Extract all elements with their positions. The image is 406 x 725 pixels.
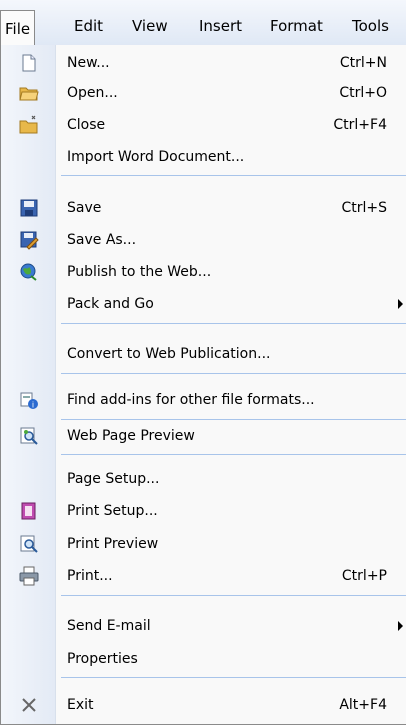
menu-item-print-setup[interactable]: Print Setup... — [1, 496, 406, 526]
menu-insert[interactable]: Insert — [197, 14, 244, 38]
close-folder-icon — [19, 115, 39, 135]
menu-item-label: Print... — [67, 568, 113, 584]
menu-item-label: Pack and Go — [67, 296, 154, 312]
menu-view-label: View — [132, 17, 168, 35]
menu-item-label: Publish to the Web... — [67, 264, 212, 280]
add-ins-icon: i — [19, 390, 39, 410]
menu-item-web-page-preview[interactable]: Web Page Preview — [1, 421, 406, 451]
menu-item-shortcut: Alt+F4 — [339, 697, 387, 713]
menu-item-page-setup[interactable]: Page Setup... — [1, 464, 406, 494]
menu-item-label: Web Page Preview — [67, 428, 195, 444]
menu-separator — [61, 419, 406, 420]
exit-x-icon — [19, 695, 39, 715]
menu-item-shortcut: Ctrl+F4 — [333, 117, 387, 133]
menu-separator — [61, 677, 406, 678]
menu-item-import-word[interactable]: Import Word Document... — [1, 142, 406, 172]
menu-item-send-email[interactable]: Send E-mail — [1, 611, 406, 641]
save-as-icon — [19, 230, 39, 250]
menu-item-label: Convert to Web Publication... — [67, 346, 271, 362]
new-document-icon — [19, 53, 39, 73]
menu-item-exit[interactable]: Exit Alt+F4 — [1, 690, 406, 720]
menu-item-label: Find add-ins for other file formats... — [67, 392, 315, 408]
menu-tools[interactable]: Tools — [350, 14, 391, 38]
menu-item-shortcut: Ctrl+N — [339, 55, 387, 71]
menu-item-label: Import Word Document... — [67, 149, 245, 165]
menu-item-print[interactable]: Print... Ctrl+P — [1, 561, 406, 591]
menu-item-label: New... — [67, 55, 110, 71]
menu-item-label: Close — [67, 117, 106, 133]
globe-icon — [19, 262, 39, 282]
menu-separator — [61, 454, 406, 455]
menu-separator — [61, 373, 406, 374]
menu-file-label: File — [5, 20, 31, 38]
menu-item-label: Print Setup... — [67, 503, 158, 519]
menu-tools-label: Tools — [352, 17, 389, 35]
menu-edit-label: Edit — [74, 17, 104, 35]
menu-item-pack-and-go[interactable]: Pack and Go — [1, 289, 406, 319]
menu-item-save-as[interactable]: Save As... — [1, 225, 406, 255]
menu-item-open[interactable]: Open... Ctrl+O — [1, 78, 406, 108]
print-setup-icon — [19, 501, 39, 521]
menu-format[interactable]: Format — [268, 14, 325, 38]
menu-insert-label: Insert — [199, 17, 243, 35]
menu-item-label: Open... — [67, 85, 118, 101]
menu-separator — [61, 175, 406, 176]
menu-item-new[interactable]: New... Ctrl+N — [1, 48, 406, 78]
menu-item-find-add-ins[interactable]: i Find add-ins for other file formats... — [1, 385, 406, 415]
menu-separator — [61, 595, 406, 596]
svg-text:i: i — [32, 401, 34, 410]
menu-item-shortcut: Ctrl+S — [341, 200, 387, 216]
menu-item-label: Page Setup... — [67, 471, 160, 487]
file-menu-dropdown: New... Ctrl+N Open... Ctrl+O Close Ctrl+… — [0, 45, 406, 725]
open-folder-icon — [19, 83, 39, 103]
web-preview-icon — [19, 426, 39, 446]
menu-item-convert-web[interactable]: Convert to Web Publication... — [1, 339, 406, 369]
menu-bar: File Edit View Insert Format Tools — [0, 0, 406, 47]
menu-item-save[interactable]: Save Ctrl+S — [1, 193, 406, 223]
menu-item-shortcut: Ctrl+P — [341, 568, 387, 584]
menu-item-print-preview[interactable]: Print Preview — [1, 529, 406, 559]
menu-item-shortcut: Ctrl+O — [339, 85, 387, 101]
menu-separator — [61, 323, 406, 324]
printer-icon — [19, 566, 39, 586]
menu-item-label: Save — [67, 200, 102, 216]
menu-file[interactable]: File — [0, 10, 36, 46]
menu-item-label: Exit — [67, 697, 94, 713]
print-preview-icon — [19, 534, 39, 554]
menu-item-label: Save As... — [67, 232, 137, 248]
menu-format-label: Format — [270, 17, 323, 35]
menu-item-label: Properties — [67, 651, 138, 667]
menu-view[interactable]: View — [130, 14, 170, 38]
menu-edit[interactable]: Edit — [72, 14, 105, 38]
menu-item-close[interactable]: Close Ctrl+F4 — [1, 110, 406, 140]
menu-item-publish-web[interactable]: Publish to the Web... — [1, 257, 406, 287]
submenu-arrow-icon — [398, 299, 403, 309]
save-icon — [19, 198, 39, 218]
submenu-arrow-icon — [398, 621, 403, 631]
menu-item-label: Send E-mail — [67, 618, 151, 634]
menu-item-label: Print Preview — [67, 536, 159, 552]
menu-item-properties[interactable]: Properties — [1, 644, 406, 674]
